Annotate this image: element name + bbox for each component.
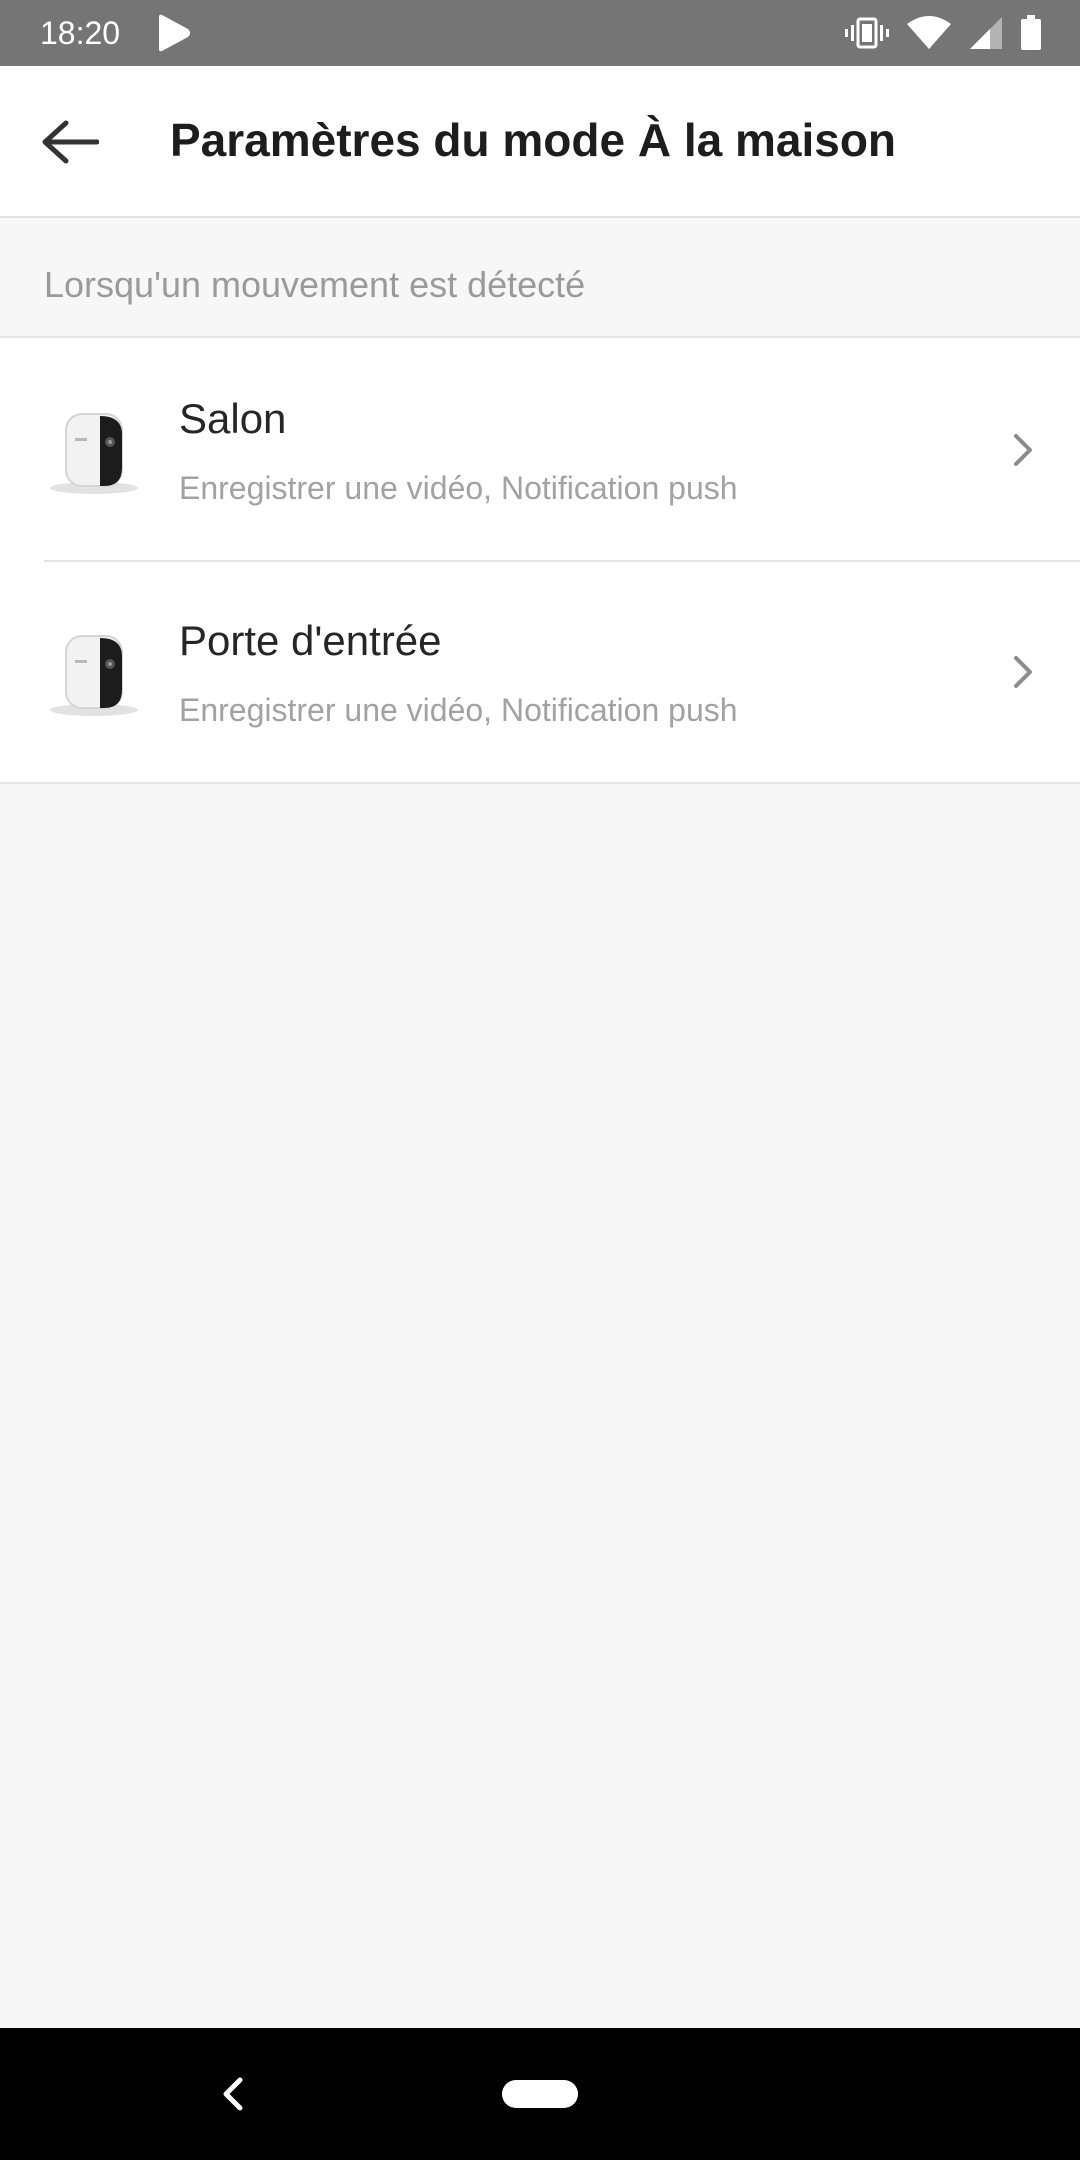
play-store-icon [159,14,190,52]
page-title: Paramètres du mode À la maison [170,114,897,166]
vibrate-icon [845,17,889,49]
battery-icon [1021,15,1041,50]
navigation-bar [0,2028,1080,2160]
device-list: Salon Enregistrer une vidéo, Notificatio… [0,338,1080,784]
back-button[interactable] [28,102,112,182]
camera-thumbnail [50,413,138,494]
status-time: 18:20 [40,15,121,51]
chevron-right-icon [1014,434,1032,466]
device-name: Salon [179,395,287,442]
device-row-salon[interactable]: Salon Enregistrer une vidéo, Notificatio… [0,338,1080,560]
app-bar: Paramètres du mode À la maison [0,66,1080,218]
cell-signal-icon [970,17,1002,49]
chevron-right-icon [1014,656,1032,688]
section-header-label: Lorsqu'un mouvement est détecté [44,264,586,305]
status-icons [844,12,1042,54]
section-header: Lorsqu'un mouvement est détecté [0,218,1080,338]
status-bar: 18:20 [0,0,1080,66]
nav-back-icon[interactable] [210,2070,258,2118]
wifi-icon [907,16,951,49]
device-actions: Enregistrer une vidéo, Notification push [179,692,738,728]
device-actions: Enregistrer une vidéo, Notification push [179,470,738,506]
arrow-left-icon [42,120,99,164]
device-row-porte-entree[interactable]: Porte d'entrée Enregistrer une vidéo, No… [0,560,1080,782]
nav-home-pill[interactable] [502,2080,578,2108]
camera-thumbnail [50,635,138,716]
device-name: Porte d'entrée [179,617,442,664]
